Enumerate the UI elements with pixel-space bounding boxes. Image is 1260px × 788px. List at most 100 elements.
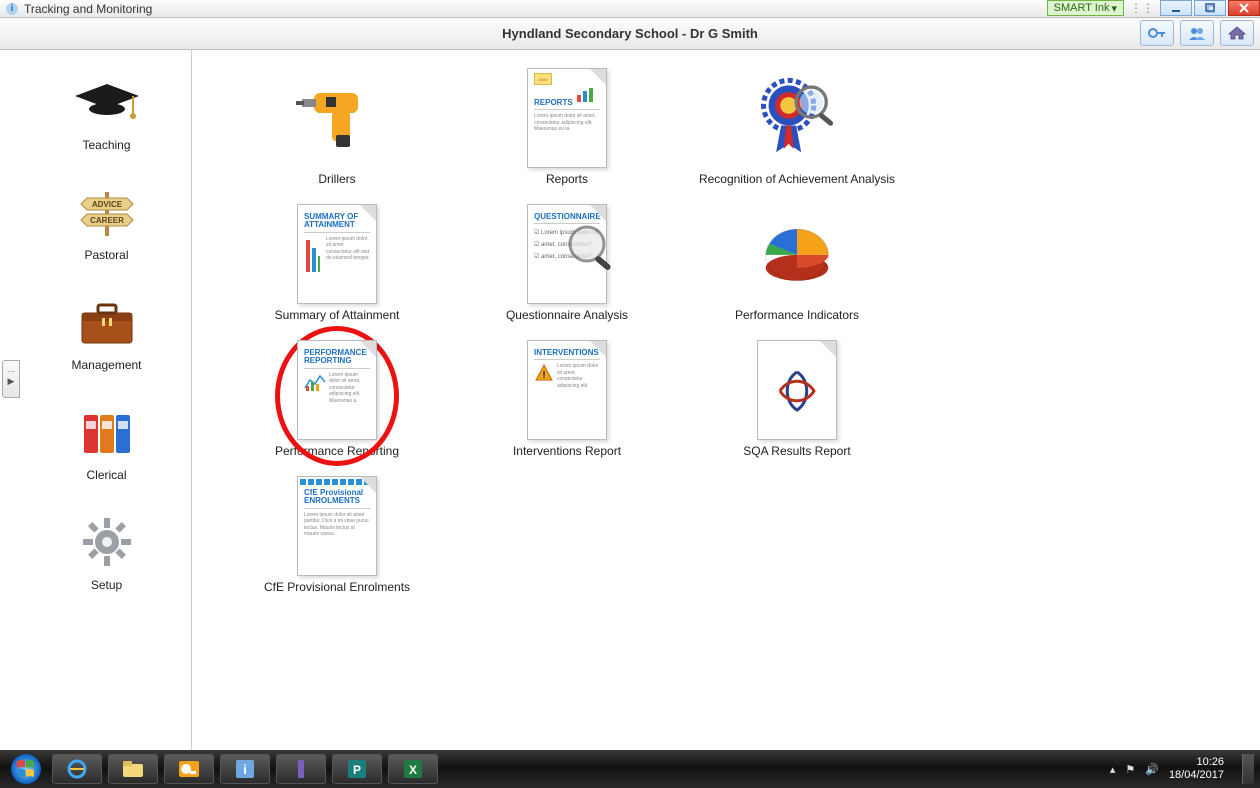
smart-ink-label: SMART Ink (1054, 2, 1110, 14)
card-label: Interventions Report (513, 444, 621, 458)
close-button[interactable] (1228, 0, 1260, 16)
chevron-right-icon: ▶ (8, 376, 15, 387)
header-title: Hyndland Secondary School - Dr G Smith (502, 26, 758, 41)
card-label: Recognition of Achievement Analysis (699, 172, 895, 186)
close-icon (1239, 3, 1249, 13)
card-interventions-report[interactable]: INTERVENTIONS ! Lorem ipsum dolor sit am… (452, 340, 682, 458)
svg-text:X: X (409, 763, 417, 777)
users-icon (1187, 25, 1207, 41)
app-header: Hyndland Secondary School - Dr G Smith (0, 18, 1260, 50)
taskbar-app-ie[interactable] (52, 754, 102, 784)
sidebar-item-management[interactable]: Management (22, 290, 191, 372)
card-label: CfE Provisional Enrolments (264, 580, 410, 594)
card-cfe-enrolments[interactable]: CfE Provisional ENROLMENTS Lorem ipsum d… (222, 476, 452, 594)
doc-lines: Lorem ipsum dolor sit amet, consectetur … (329, 372, 370, 405)
tray-clock[interactable]: 10:26 18/04/2017 (1169, 756, 1224, 782)
minimize-button[interactable] (1160, 0, 1192, 16)
ie-icon (66, 758, 88, 780)
card-grid: Drillers £400 REPORTS Lorem ipsum dolor … (222, 68, 1230, 594)
tray-chevron-icon[interactable]: ▴ (1110, 763, 1116, 776)
start-button[interactable] (6, 753, 46, 785)
tray-time: 10:26 (1169, 756, 1224, 769)
sidebar-item-pastoral[interactable]: ADVICE CAREER Pastoral (22, 180, 191, 262)
key-icon (1147, 25, 1167, 41)
taskbar-app-tracking[interactable]: i (220, 754, 270, 784)
card-reports[interactable]: £400 REPORTS Lorem ipsum dolor sit amet,… (452, 68, 682, 186)
taskbar-app-unknown[interactable] (276, 754, 326, 784)
header-toolbar (1140, 20, 1254, 46)
purple-app-icon (293, 758, 309, 780)
system-tray: ▴ ⚑ 🔊 10:26 18/04/2017 (1110, 754, 1254, 784)
info-app-icon: i (235, 759, 255, 779)
home-icon (1227, 25, 1247, 41)
signpost-icon: ADVICE CAREER (67, 180, 147, 244)
sidebar-item-teaching[interactable]: Teaching (22, 70, 191, 152)
outlook-icon (178, 759, 200, 779)
info-icon: i (6, 3, 18, 15)
card-label: Reports (546, 172, 588, 186)
document-icon: SUMMARY OF ATTAINMENT Lorem ipsum dolor … (291, 204, 383, 304)
grip-dots-icon: ⋯ (8, 371, 15, 375)
tray-flag-icon[interactable]: ⚑ (1125, 763, 1135, 776)
card-performance-indicators[interactable]: Performance Indicators (682, 204, 912, 322)
window-title: Tracking and Monitoring (24, 2, 152, 16)
doc-lines: Lorem ipsum dolor sit amet partitur. Dui… (304, 512, 370, 538)
card-summary-attainment[interactable]: SUMMARY OF ATTAINMENT Lorem ipsum dolor … (222, 204, 452, 322)
document-warning-icon: INTERVENTIONS ! Lorem ipsum dolor sit am… (521, 340, 613, 440)
header-button-key[interactable] (1140, 20, 1174, 46)
sidebar-item-label: Teaching (82, 138, 130, 152)
window-controls: SMART Ink ▾ ⋮⋮ (1047, 0, 1260, 16)
sidebar-item-label: Clerical (86, 468, 126, 482)
header-button-users[interactable] (1180, 20, 1214, 46)
drag-grip-icon: ⋮⋮ (1126, 0, 1158, 16)
card-label: SQA Results Report (743, 444, 850, 458)
card-recognition-achievement[interactable]: Recognition of Achievement Analysis (682, 68, 912, 186)
sidebar-expand-tab[interactable]: ⋯ ▶ (2, 360, 20, 398)
maximize-button[interactable] (1194, 0, 1226, 16)
folder-icon (122, 760, 144, 778)
taskbar-app-outlook[interactable] (164, 754, 214, 784)
publisher-icon: P (347, 759, 367, 779)
tray-volume-icon[interactable]: 🔊 (1145, 763, 1159, 776)
sidebar-item-setup[interactable]: Setup (22, 510, 191, 592)
taskbar-app-explorer[interactable] (108, 754, 158, 784)
chevron-down-icon: ▾ (1111, 2, 1117, 15)
card-sqa-results[interactable]: SQA Results Report (682, 340, 912, 458)
svg-text:CAREER: CAREER (90, 216, 124, 225)
excel-icon: X (403, 759, 423, 779)
taskbar-app-publisher[interactable]: P (332, 754, 382, 784)
sidebar-item-label: Pastoral (84, 248, 128, 262)
tray-date: 18/04/2017 (1169, 769, 1224, 782)
document-icon: CfE Provisional ENROLMENTS Lorem ipsum d… (291, 476, 383, 576)
card-label: Questionnaire Analysis (506, 308, 628, 322)
window-titlebar: i Tracking and Monitoring SMART Ink ▾ ⋮⋮ (0, 0, 1260, 18)
rosette-magnifier-icon (751, 68, 843, 168)
sqa-logo-icon (751, 340, 843, 440)
svg-text:P: P (353, 763, 361, 777)
card-label: Performance Reporting (275, 444, 399, 458)
drill-icon (291, 68, 383, 168)
card-label: Summary of Attainment (275, 308, 400, 322)
smart-ink-badge[interactable]: SMART Ink ▾ (1047, 0, 1124, 16)
sidebar-item-clerical[interactable]: Clerical (22, 400, 191, 482)
show-desktop-button[interactable] (1242, 754, 1254, 784)
sidebar: Teaching ADVICE CAREER Pastoral (22, 50, 192, 750)
minimize-icon (1171, 3, 1181, 13)
doc-lines: Lorem ipsum dolor sit amet consectetur e… (326, 236, 370, 276)
gear-icon (67, 510, 147, 574)
card-label: Drillers (318, 172, 355, 186)
card-label: Performance Indicators (735, 308, 859, 322)
sidebar-item-label: Management (71, 358, 141, 372)
card-drillers[interactable]: Drillers (222, 68, 452, 186)
document-icon: PERFORMANCE REPORTING Lorem ipsum dolor … (291, 340, 383, 440)
document-icon: £400 REPORTS Lorem ipsum dolor sit amet,… (521, 68, 613, 168)
card-performance-reporting[interactable]: PERFORMANCE REPORTING Lorem ipsum dolor … (222, 340, 452, 458)
header-button-home[interactable] (1220, 20, 1254, 46)
taskbar-app-excel[interactable]: X (388, 754, 438, 784)
briefcase-icon (67, 290, 147, 354)
taskbar: i P X ▴ ⚑ 🔊 10:26 18/04/2017 (0, 750, 1260, 788)
doc-lines: Lorem ipsum dolor sit amet, consectetur … (534, 113, 600, 133)
svg-text:ADVICE: ADVICE (91, 200, 122, 209)
doc-lines: Lorem ipsum dolor sit amet, consectetur … (557, 363, 600, 389)
card-questionnaire-analysis[interactable]: QUESTIONNAIRE ☑ Lorem ipsum dolor sit ☑ … (452, 204, 682, 322)
